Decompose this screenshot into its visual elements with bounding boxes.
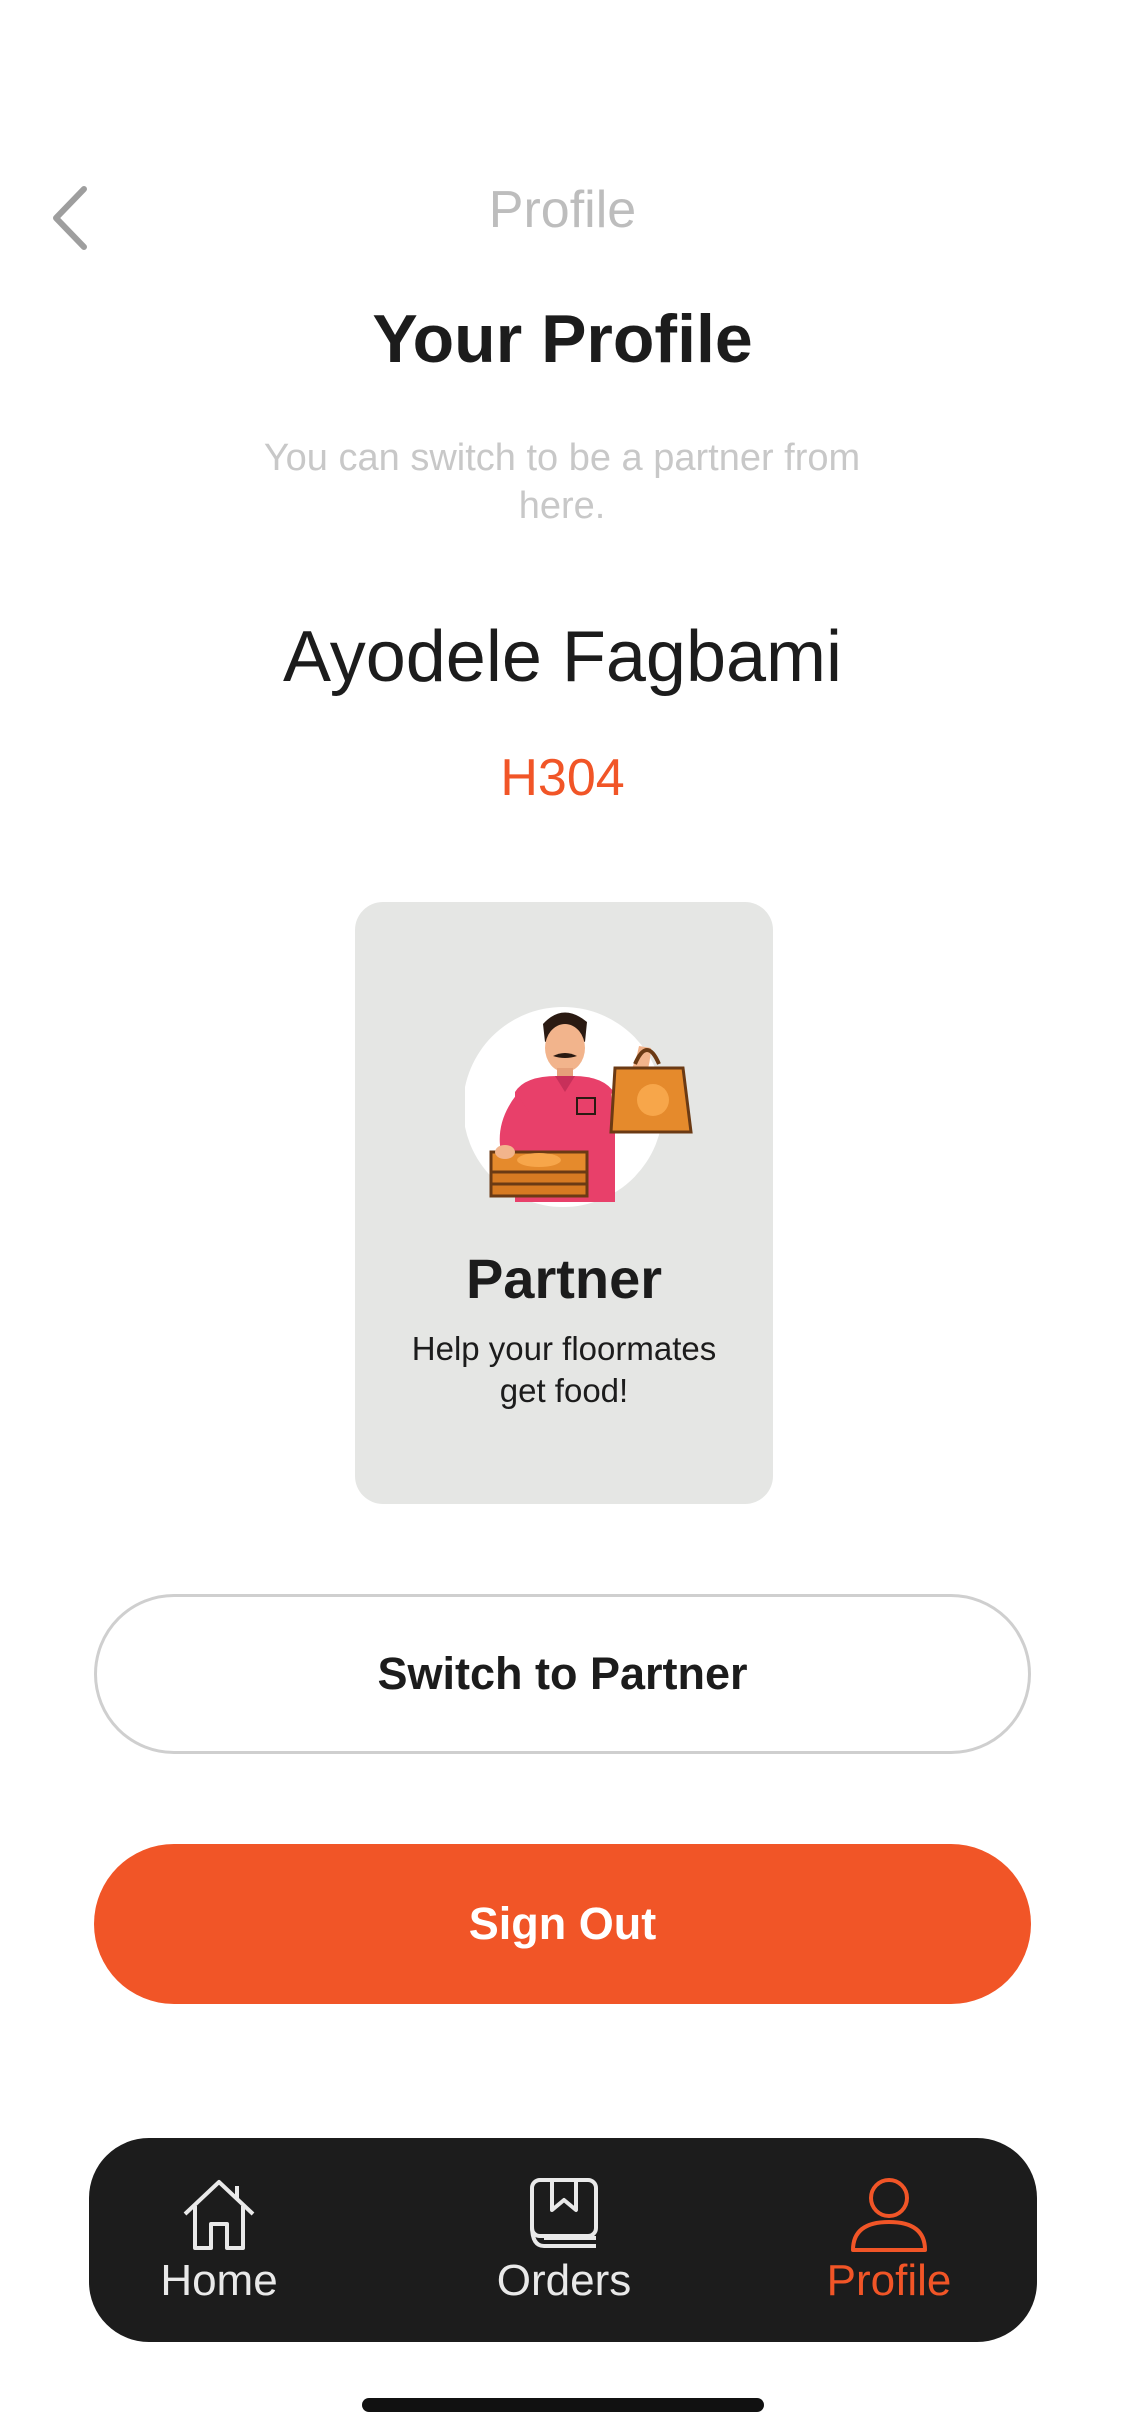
home-indicator: [362, 2398, 764, 2412]
switch-to-partner-button[interactable]: Switch to Partner: [94, 1594, 1031, 1754]
orders-icon: [530, 2178, 598, 2248]
sign-out-button[interactable]: Sign Out: [94, 1844, 1031, 2004]
partner-card[interactable]: Partner Help your floormates get food!: [355, 902, 773, 1504]
page-subtitle: You can switch to be a partner from here…: [263, 437, 861, 527]
partner-card-title: Partner: [465, 1247, 663, 1310]
home-icon: [183, 2180, 255, 2250]
profile-icon: [851, 2178, 927, 2252]
tab-home[interactable]: Home: [89, 2138, 349, 2342]
user-name: Ayodele Fagbami: [282, 617, 843, 697]
tab-bar: Home Orders Profile: [89, 2138, 1037, 2342]
tab-profile[interactable]: Profile: [759, 2138, 1019, 2342]
tab-profile-label: Profile: [826, 2256, 952, 2305]
delivery-person-illustration: [463, 1002, 695, 1212]
tab-orders-label: Orders: [496, 2256, 632, 2305]
nav-title: Profile: [488, 181, 637, 239]
tab-orders[interactable]: Orders: [434, 2138, 694, 2342]
partner-card-description: Help your floormates get food!: [411, 1330, 717, 1409]
room-code: H304: [500, 749, 625, 807]
tab-home-label: Home: [160, 2256, 278, 2305]
page-heading: Your Profile: [372, 301, 753, 377]
